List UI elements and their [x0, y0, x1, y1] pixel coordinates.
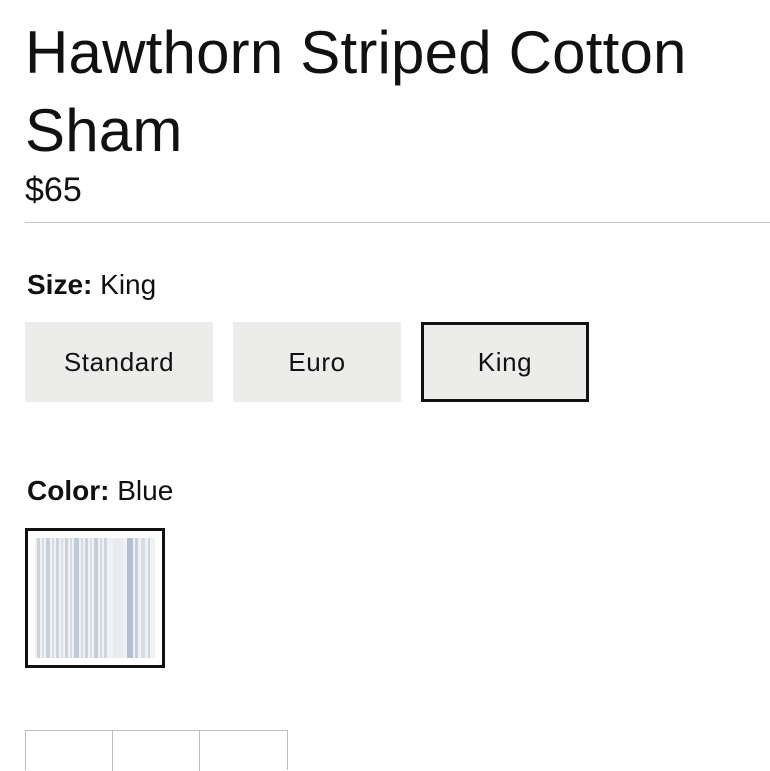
size-selector: Standard Euro King [25, 322, 589, 402]
size-selected-value: King [100, 269, 157, 300]
size-label-key: Size: [27, 269, 93, 300]
color-label-key: Color: [27, 475, 110, 506]
quantity-stepper [25, 730, 288, 771]
size-button-standard[interactable]: Standard [25, 322, 213, 402]
product-header: Hawthorn Striped Cotton Sham $65 [25, 14, 770, 210]
quantity-input[interactable] [113, 731, 200, 771]
size-option-label: Size: King [27, 269, 156, 301]
product-price: $65 [25, 171, 82, 209]
color-swatch-blue[interactable] [25, 528, 165, 668]
product-title: Hawthorn Striped Cotton Sham [25, 19, 687, 164]
blue-striped-fabric-swatch-icon [35, 538, 155, 658]
quantity-decrement-button[interactable] [26, 731, 113, 771]
color-selected-value: Blue [117, 475, 174, 506]
divider [25, 222, 770, 223]
size-button-king[interactable]: King [421, 322, 589, 402]
size-button-euro[interactable]: Euro [233, 322, 401, 402]
quantity-increment-button[interactable] [200, 731, 287, 771]
color-option-label: Color: Blue [27, 475, 173, 507]
